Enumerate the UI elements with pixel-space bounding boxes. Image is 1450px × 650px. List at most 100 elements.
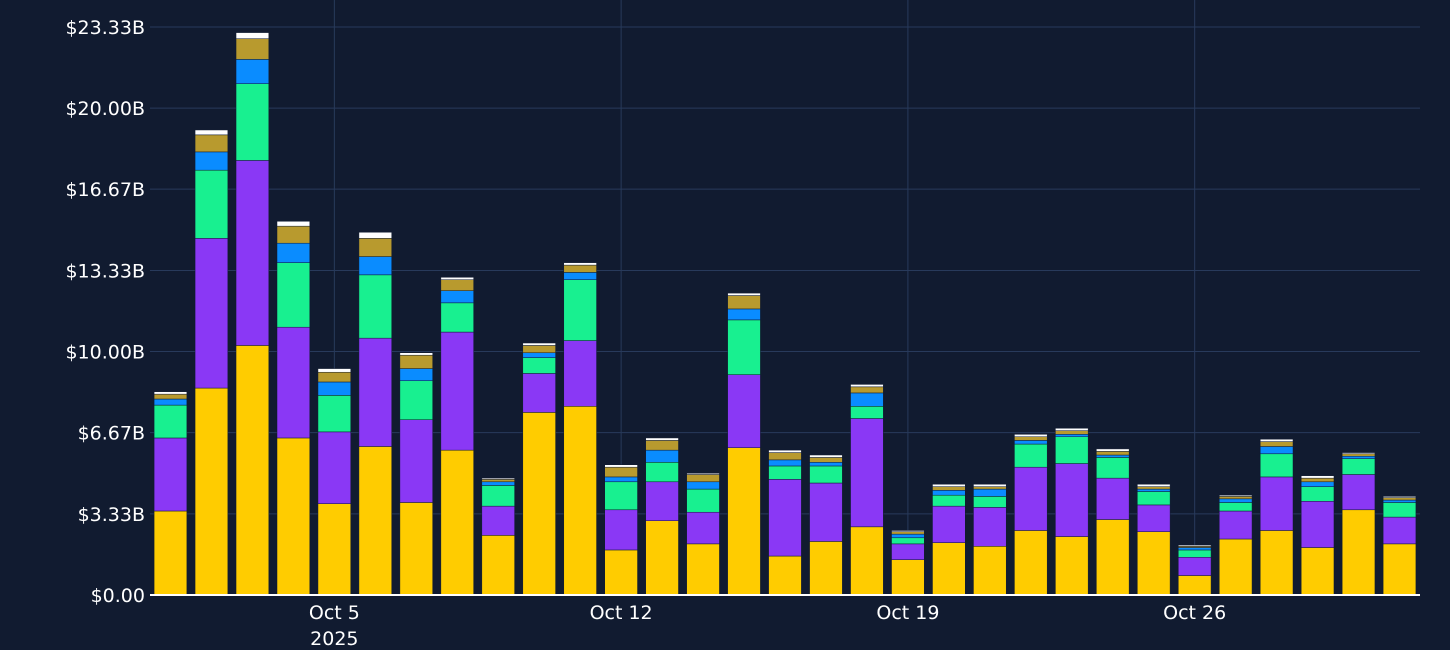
bar-segment[interactable] bbox=[1178, 575, 1212, 596]
bar-segment[interactable] bbox=[1382, 499, 1417, 503]
bar-segment[interactable] bbox=[522, 345, 556, 354]
bar-segment[interactable] bbox=[153, 437, 188, 512]
bar-segment[interactable] bbox=[235, 345, 270, 596]
bar-segment[interactable] bbox=[317, 381, 351, 396]
bar-segment[interactable] bbox=[358, 274, 392, 339]
bar-segment[interactable] bbox=[686, 474, 720, 483]
bar-segment[interactable] bbox=[1055, 536, 1089, 596]
bar-segment[interactable] bbox=[317, 431, 351, 504]
bar-segment[interactable] bbox=[1096, 477, 1130, 520]
bar-segment[interactable] bbox=[1137, 491, 1171, 506]
bar-segment[interactable] bbox=[686, 481, 720, 490]
bar-segment[interactable] bbox=[645, 481, 679, 521]
bar-segment[interactable] bbox=[1259, 453, 1294, 478]
bar-segment[interactable] bbox=[317, 503, 351, 596]
bar-segment[interactable] bbox=[891, 533, 925, 539]
bar-segment[interactable] bbox=[194, 129, 229, 136]
bar-segment[interactable] bbox=[891, 530, 925, 532]
bar-segment[interactable] bbox=[1259, 476, 1294, 531]
bar-segment[interactable] bbox=[727, 447, 761, 596]
bar-segment[interactable] bbox=[891, 559, 925, 596]
bar-segment[interactable] bbox=[1300, 481, 1335, 487]
bar-segment[interactable] bbox=[1096, 457, 1130, 479]
bar-segment[interactable] bbox=[686, 511, 720, 545]
bar-segment[interactable] bbox=[522, 373, 556, 413]
bar-segment[interactable] bbox=[358, 238, 392, 257]
bar-segment[interactable] bbox=[768, 465, 802, 480]
bar-segment[interactable] bbox=[481, 481, 515, 486]
bar-segment[interactable] bbox=[1178, 544, 1212, 547]
bar-segment[interactable] bbox=[1096, 454, 1130, 458]
bar-segment[interactable] bbox=[1259, 446, 1294, 455]
bar-segment[interactable] bbox=[358, 231, 392, 239]
bar-segment[interactable] bbox=[1219, 502, 1253, 512]
bar-segment[interactable] bbox=[1014, 530, 1048, 596]
bar-segment[interactable] bbox=[1341, 458, 1376, 475]
bar-segment[interactable] bbox=[891, 537, 925, 545]
bar-segment[interactable] bbox=[686, 543, 720, 596]
bar-segment[interactable] bbox=[235, 160, 270, 346]
bar-segment[interactable] bbox=[850, 406, 884, 419]
bar-segment[interactable] bbox=[276, 221, 311, 227]
bar-segment[interactable] bbox=[1382, 497, 1417, 501]
bar-segment[interactable] bbox=[358, 256, 392, 276]
bar-segment[interactable] bbox=[276, 326, 311, 439]
bar-segment[interactable] bbox=[850, 386, 884, 394]
bar-segment[interactable] bbox=[1055, 427, 1089, 431]
bar-segment[interactable] bbox=[932, 486, 966, 491]
bar-segment[interactable] bbox=[1341, 509, 1376, 596]
bar-segment[interactable] bbox=[1055, 430, 1089, 435]
bar-segment[interactable] bbox=[1382, 516, 1417, 545]
bar-segment[interactable] bbox=[1055, 434, 1089, 437]
bar-segment[interactable] bbox=[686, 488, 720, 513]
bar-segment[interactable] bbox=[768, 449, 802, 453]
bar-segment[interactable] bbox=[604, 466, 638, 478]
bar-segment[interactable] bbox=[973, 483, 1007, 487]
bar-segment[interactable] bbox=[645, 437, 679, 441]
bar-segment[interactable] bbox=[768, 555, 802, 596]
bar-segment[interactable] bbox=[1341, 455, 1376, 459]
bar-segment[interactable] bbox=[973, 546, 1007, 596]
bar-segment[interactable] bbox=[645, 449, 679, 463]
bar-segment[interactable] bbox=[399, 502, 433, 596]
bar-segment[interactable] bbox=[522, 357, 556, 374]
bar-segment[interactable] bbox=[1096, 451, 1130, 456]
bar-segment[interactable] bbox=[235, 59, 270, 84]
bar-segment[interactable] bbox=[440, 279, 474, 291]
bar-segment[interactable] bbox=[194, 238, 229, 389]
bar-segment[interactable] bbox=[358, 337, 392, 447]
bar-segment[interactable] bbox=[1300, 501, 1335, 548]
bar-segment[interactable] bbox=[276, 262, 311, 328]
bar-segment[interactable] bbox=[1341, 474, 1376, 511]
bar-segment[interactable] bbox=[973, 507, 1007, 547]
bar-segment[interactable] bbox=[932, 505, 966, 543]
bar-segment[interactable] bbox=[727, 292, 761, 296]
bar-segment[interactable] bbox=[1014, 436, 1048, 441]
bar-segment[interactable] bbox=[809, 482, 843, 542]
bar-segment[interactable] bbox=[440, 302, 474, 333]
bar-segment[interactable] bbox=[1300, 486, 1335, 502]
bar-segment[interactable] bbox=[727, 308, 761, 321]
bar-segment[interactable] bbox=[317, 395, 351, 433]
bar-segment[interactable] bbox=[276, 225, 311, 244]
bar-segment[interactable] bbox=[1137, 504, 1171, 532]
bar-segment[interactable] bbox=[1014, 443, 1048, 468]
bar-segment[interactable] bbox=[604, 464, 638, 468]
bar-segment[interactable] bbox=[522, 342, 556, 346]
bar-segment[interactable] bbox=[768, 452, 802, 461]
bar-segment[interactable] bbox=[276, 437, 311, 596]
bar-segment[interactable] bbox=[358, 446, 392, 596]
bar-segment[interactable] bbox=[399, 354, 433, 369]
bar-segment[interactable] bbox=[1219, 510, 1253, 540]
bar-segment[interactable] bbox=[1382, 543, 1417, 596]
bar-segment[interactable] bbox=[563, 406, 597, 596]
bar-segment[interactable] bbox=[317, 368, 351, 373]
bar-segment[interactable] bbox=[1219, 494, 1253, 497]
bar-segment[interactable] bbox=[481, 477, 515, 480]
bar-segment[interactable] bbox=[1178, 557, 1212, 576]
bar-segment[interactable] bbox=[1137, 488, 1171, 492]
bar-segment[interactable] bbox=[1259, 441, 1294, 447]
bar-segment[interactable] bbox=[1300, 475, 1335, 479]
bar-segment[interactable] bbox=[768, 459, 802, 467]
bar-segment[interactable] bbox=[153, 510, 188, 596]
